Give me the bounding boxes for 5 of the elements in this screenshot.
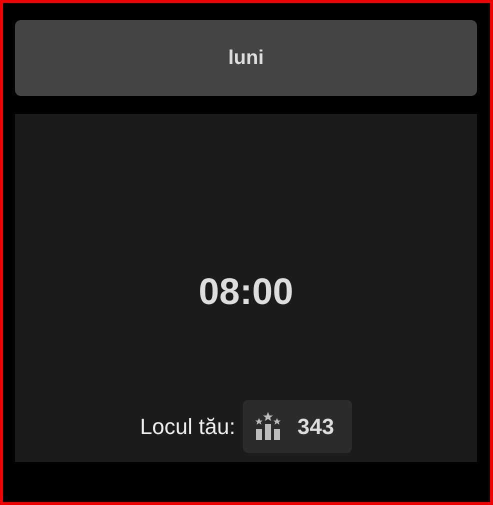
- rank-badge: 343: [243, 400, 352, 452]
- podium-icon: [255, 412, 282, 440]
- rank-label: Locul tău:: [140, 412, 236, 440]
- time-text: 08:00: [198, 270, 294, 314]
- day-button[interactable]: luni: [15, 20, 477, 96]
